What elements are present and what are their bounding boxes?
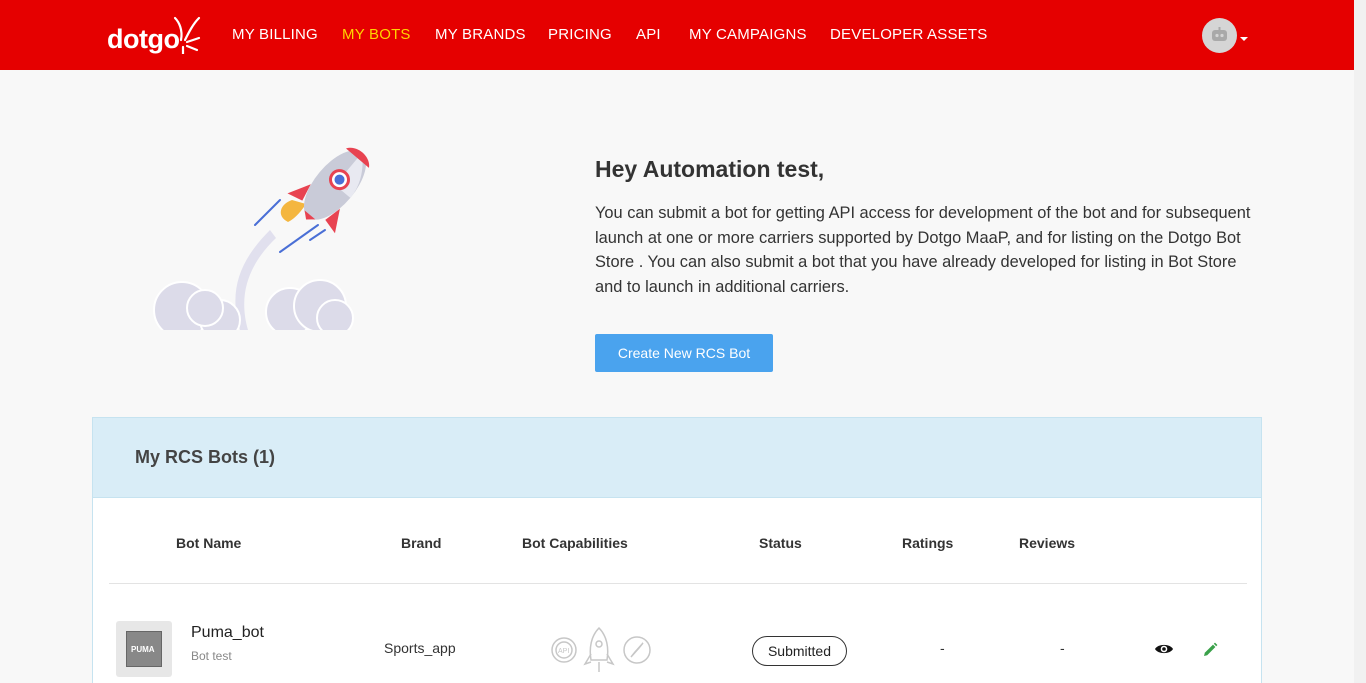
create-new-rcs-bot-button[interactable]: Create New RCS Bot <box>595 334 773 372</box>
view-eye-icon[interactable] <box>1154 642 1174 656</box>
bot-description: Bot test <box>191 649 232 663</box>
bot-name[interactable]: Puma_bot <box>191 624 264 642</box>
column-header-ratings: Ratings <box>902 535 954 551</box>
column-header-bot-name: Bot Name <box>176 535 242 551</box>
bot-reviews: - <box>1060 640 1065 656</box>
svg-text:API: API <box>558 648 569 655</box>
bot-thumbnail-text: PUMA <box>131 645 155 654</box>
page-scrollbar[interactable] <box>1354 0 1366 683</box>
card-title: My RCS Bots (1) <box>135 447 276 467</box>
nav-api[interactable]: API <box>636 26 661 43</box>
api-gear-icon: API <box>551 637 577 663</box>
card-header: My RCS Bots (1) <box>93 418 1261 498</box>
intro-paragraph: You can submit a bot for getting API acc… <box>595 204 1251 296</box>
status-badge: Submitted <box>752 636 847 666</box>
column-header-reviews: Reviews <box>1019 535 1076 551</box>
bot-rating: - <box>940 640 945 656</box>
bot-capabilities-icons: API <box>551 626 651 672</box>
rocket-icon <box>583 626 615 672</box>
column-header-brand: Brand <box>401 535 442 551</box>
nav-developer-assets[interactable]: DEVELOPER ASSETS <box>830 26 987 43</box>
nav-my-brands[interactable]: MY BRANDS <box>435 26 526 43</box>
nav-my-billing[interactable]: MY BILLING <box>232 26 318 43</box>
edit-pencil-icon[interactable] <box>1202 642 1218 658</box>
top-navbar: dotgo MY BILLING MY BOTS MY BRANDS PRICI… <box>0 0 1354 70</box>
table-header-divider <box>109 583 1247 584</box>
nav-pricing[interactable]: PRICING <box>548 26 612 43</box>
compass-icon <box>623 636 651 664</box>
bot-thumbnail: PUMA <box>116 621 172 677</box>
user-avatar[interactable] <box>1202 18 1237 53</box>
bot-thumbnail-image: PUMA <box>126 631 162 667</box>
bot-brand: Sports_app <box>384 640 456 656</box>
dotgo-logo[interactable]: dotgo <box>107 14 203 58</box>
nav-my-campaigns[interactable]: MY CAMPAIGNS <box>689 26 807 43</box>
nav-my-bots[interactable]: MY BOTS <box>342 26 411 43</box>
column-header-status: Status <box>759 535 802 551</box>
column-header-bot-capabilities: Bot Capabilities <box>522 535 628 551</box>
logo-spark-icon <box>173 16 201 54</box>
robot-icon <box>1212 27 1227 41</box>
my-rcs-bots-card: My RCS Bots (1) Bot Name Brand Bot Capab… <box>92 417 1262 683</box>
rocket-illustration <box>150 147 369 335</box>
avatar-dropdown-caret-icon[interactable] <box>1240 37 1248 41</box>
greeting-heading: Hey Automation test, <box>595 156 825 182</box>
